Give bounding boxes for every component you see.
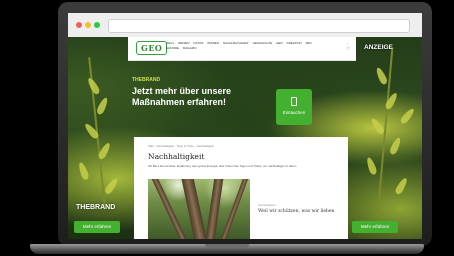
page-title: Nachhaltigkeit bbox=[148, 152, 205, 161]
left-learn-more-button[interactable]: Mehr erfahren bbox=[74, 221, 120, 233]
address-bar[interactable] bbox=[108, 19, 410, 33]
laptop-notch bbox=[205, 244, 249, 248]
teaser-title[interactable]: Weil wir schützen, was wir lieben bbox=[258, 209, 334, 214]
right-learn-more-button[interactable]: Mehr erfahren bbox=[352, 221, 398, 233]
page-intro: Ob Bio-Lebensmittel, Ernährung oder grün… bbox=[148, 164, 297, 168]
eintauchen-button[interactable]: Eintauchen bbox=[276, 89, 312, 125]
nav-item-wissen[interactable]: WISSEN bbox=[207, 41, 219, 45]
breadcrumb[interactable]: Start · Nachhaltigkeit · Tipps & Tricks … bbox=[148, 144, 214, 148]
nav-item-geschichte[interactable]: GESCHICHTE bbox=[253, 41, 273, 45]
nav-item-geo-plus[interactable]: GEO+ bbox=[166, 41, 174, 45]
minimize-window-icon[interactable] bbox=[85, 22, 91, 28]
article-card: Start · Nachhaltigkeit · Tipps & Tricks … bbox=[134, 137, 348, 239]
geo-logo[interactable]: GEO bbox=[136, 41, 168, 55]
maximize-window-icon[interactable] bbox=[94, 22, 100, 28]
ad-label: ANZEIGE bbox=[364, 44, 393, 51]
teaser-category: Nachhaltigkeit bbox=[258, 203, 276, 207]
browser-toolbar bbox=[68, 13, 422, 38]
nav-item-natur[interactable]: NATUR bbox=[193, 41, 203, 45]
nav-item-geo[interactable]: GEO bbox=[276, 41, 283, 45]
nav-item-abo[interactable]: ABO bbox=[305, 41, 311, 45]
banner-headline[interactable]: Jetzt mehr über unsere Maßnahmen erfahre… bbox=[132, 86, 262, 108]
account-icon[interactable]: ◯ bbox=[347, 46, 350, 50]
banner-brand: THEBRAND bbox=[132, 77, 161, 83]
forest-photo[interactable] bbox=[148, 179, 250, 239]
laptop-screen: GEO GEO+ REISEN NATUR WISSEN NACHHALTIGK… bbox=[68, 13, 422, 239]
nav-item-magazin[interactable]: MAGAZIN bbox=[183, 46, 197, 50]
nav-item-kreation[interactable]: KREATION bbox=[287, 41, 302, 45]
close-window-icon[interactable] bbox=[76, 22, 82, 28]
main-navigation: GEO+ REISEN NATUR WISSEN NACHHALTIGKEIT … bbox=[166, 41, 318, 51]
nav-item-grunde[interactable]: GRUNDE bbox=[166, 46, 179, 50]
web-page: GEO GEO+ REISEN NATUR WISSEN NACHHALTIGK… bbox=[68, 37, 422, 239]
side-ad-brand: THEBRAND bbox=[76, 204, 116, 211]
phone-icon bbox=[291, 97, 297, 106]
site-header: GEO GEO+ REISEN NATUR WISSEN NACHHALTIGK… bbox=[128, 37, 356, 61]
header-icons: ⌕ ◯ bbox=[347, 42, 350, 50]
nav-item-reisen[interactable]: REISEN bbox=[178, 41, 189, 45]
nav-item-nachhaltigkeit[interactable]: NACHHALTIGKEIT bbox=[223, 41, 249, 45]
eintauchen-label: Eintauchen bbox=[282, 110, 306, 115]
